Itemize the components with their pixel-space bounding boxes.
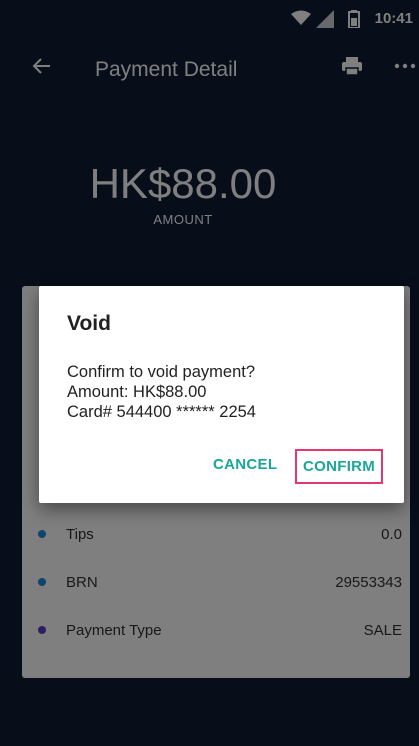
cancel-button[interactable]: CANCEL bbox=[213, 456, 277, 473]
dialog-message-line: Amount: HK$88.00 bbox=[67, 383, 207, 401]
dialog-message-line: Confirm to void payment? bbox=[67, 363, 256, 381]
dialog-title: Void bbox=[67, 312, 111, 335]
app-screen: 10:41 Payment Detail HK$88.00 AMOUNT Tip… bbox=[0, 0, 419, 746]
confirm-button[interactable]: CONFIRM bbox=[295, 449, 384, 484]
void-dialog: Void Confirm to void payment? Amount: HK… bbox=[39, 286, 404, 503]
dialog-message-line: Card# 544400 ****** 2254 bbox=[67, 403, 256, 421]
